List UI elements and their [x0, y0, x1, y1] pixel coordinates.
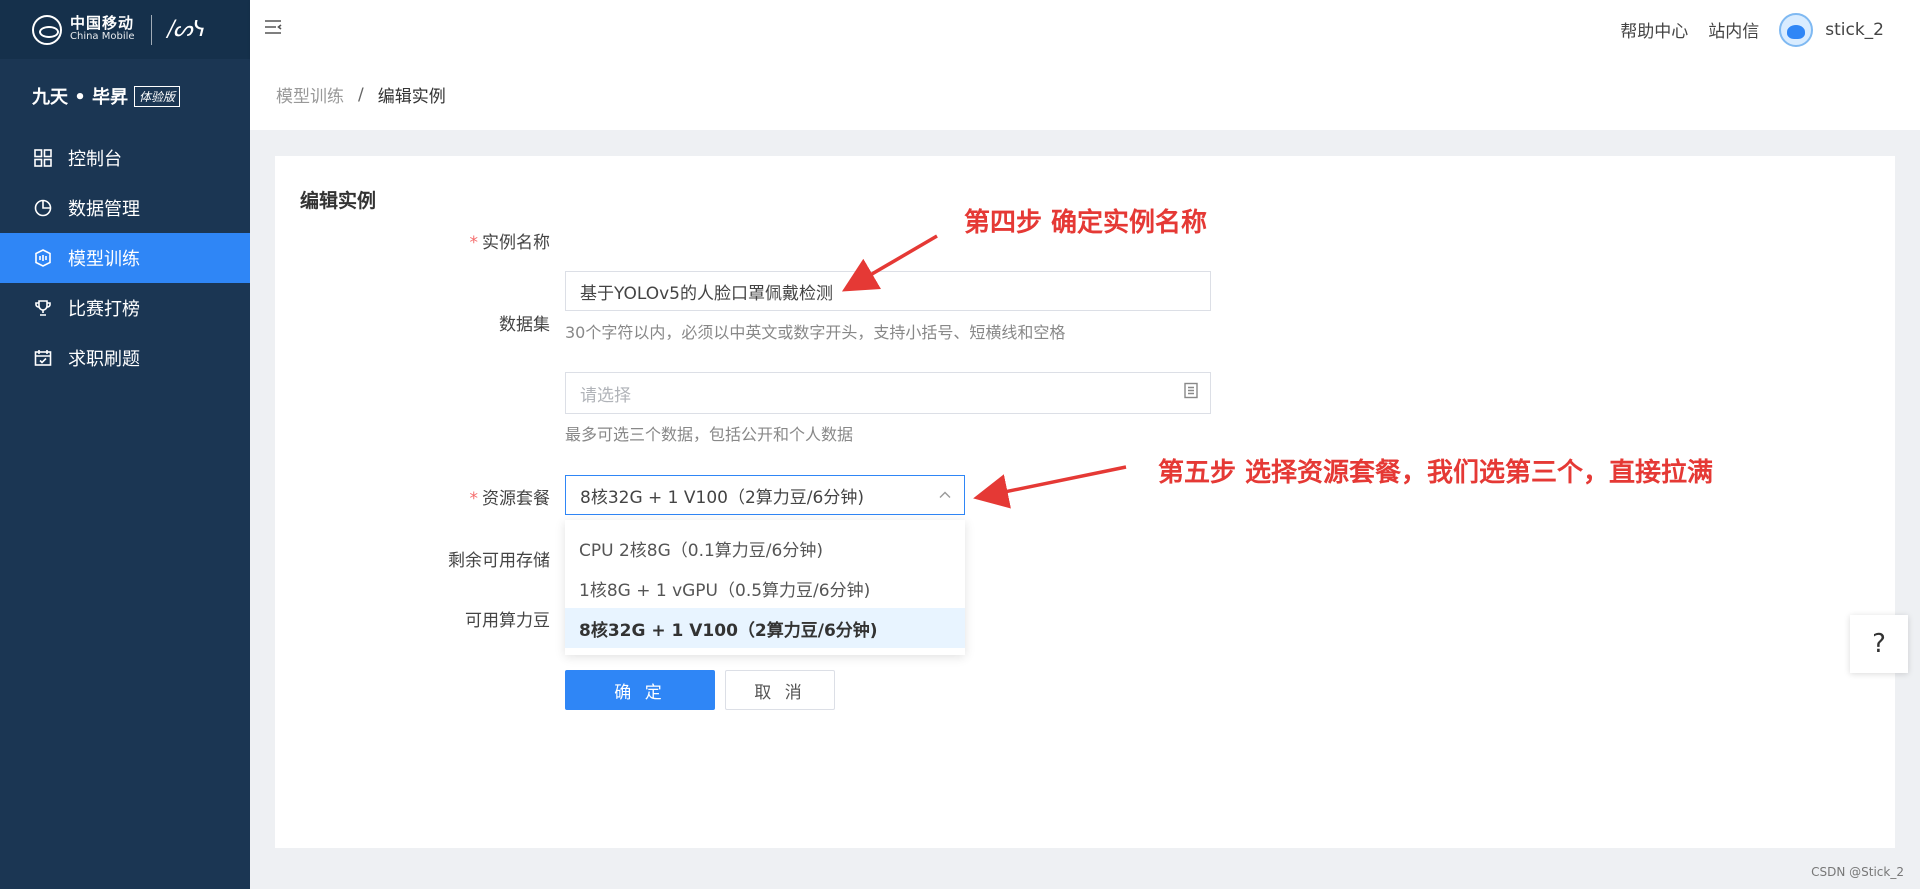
breadcrumb-current: 编辑实例 [377, 87, 446, 107]
top-bar: 帮助中心 站内信 stick_2 [250, 0, 1920, 59]
product-badge: 体验版 [134, 85, 181, 107]
sidebar-item-dashboard[interactable]: 控制台 [0, 133, 250, 183]
sidebar-item-model-training[interactable]: 模型训练 [0, 233, 250, 283]
sidebar-item-label: 模型训练 [68, 249, 140, 270]
breadcrumb-parent-link[interactable]: 模型训练 [276, 82, 344, 107]
help-center-link[interactable]: 帮助中心 [1620, 17, 1688, 42]
trophy-icon [34, 299, 52, 317]
instance-name-hint: 30个字符以内，必须以中英文或数字开头，支持小括号、短横线和空格 [565, 323, 1066, 342]
breadcrumb: 模型训练 / 编辑实例 [250, 59, 1920, 130]
model-shield-icon [34, 249, 52, 267]
step4-annotation: 第四步 确定实例名称 [964, 208, 1208, 238]
page-title: 编辑实例 [300, 190, 377, 212]
logo-bar: 中国移动 China Mobile /ᔕᓭ [0, 0, 250, 59]
sidebar-item-data-management[interactable]: 数据管理 [0, 183, 250, 233]
confirm-button[interactable]: 确 定 [565, 670, 715, 710]
sidebar-item-label: 比赛打榜 [68, 299, 140, 320]
avatar[interactable] [1779, 12, 1814, 47]
sidebar-item-competition[interactable]: 比赛打榜 [0, 283, 250, 333]
sidebar: 中国移动 China Mobile /ᔕᓭ 九天 • 毕昇 体验版 控制台 数据… [0, 0, 250, 889]
required-mark: * [469, 489, 479, 509]
instance-name-input[interactable]: 基于YOLOv5的人脸口罩佩戴检测 [565, 271, 1211, 311]
step5-annotation: 第五步 选择资源套餐，我们选第三个，直接拉满 [1158, 458, 1714, 488]
dataset-hint: 最多可选三个数据，包括公开和个人数据 [565, 425, 854, 444]
edit-instance-card: 编辑实例 * 实例名称 基于YOLOv5的人脸口罩佩戴检测 30个字符以内，必须以… [275, 156, 1895, 848]
logo-en: China Mobile [70, 31, 135, 43]
watermark: CSDN @Stick_2 [1811, 865, 1904, 879]
sidebar-item-label: 控制台 [68, 149, 122, 170]
dataset-select[interactable]: 请选择 [565, 372, 1211, 414]
resource-option[interactable]: 1核8G + 1 vGPU（0.5算力豆/6分钟) [565, 568, 965, 608]
document-list-icon [1184, 382, 1198, 404]
cancel-button[interactable]: 取 消 [725, 670, 835, 710]
resource-option-selected[interactable]: 8核32G + 1 V100（2算力豆/6分钟) [565, 608, 965, 648]
sidebar-item-job-practice[interactable]: 求职刷题 [0, 333, 250, 383]
resource-select[interactable]: 8核32G + 1 V100（2算力豆/6分钟) [565, 475, 965, 515]
sidebar-item-label: 数据管理 [68, 199, 140, 220]
product-name: 九天 • 毕昇 体验版 [0, 59, 250, 133]
resource-selected-value: 8核32G + 1 V100（2算力豆/6分钟) [580, 487, 864, 508]
china-mobile-logo-icon [32, 14, 62, 45]
product-title: 九天 • 毕昇 [32, 87, 129, 108]
dataset-label: 数据集 [499, 315, 550, 335]
instance-name-value: 基于YOLOv5的人脸口罩佩戴检测 [580, 283, 833, 304]
instance-name-label: * 实例名称 [469, 233, 551, 253]
dataset-placeholder: 请选择 [580, 385, 631, 406]
breadcrumb-separator: / [358, 84, 364, 105]
beans-label: 可用算力豆 [465, 611, 550, 631]
logo-cn: 中国移动 [70, 14, 135, 33]
messages-link[interactable]: 站内信 [1708, 17, 1759, 42]
resource-option[interactable]: CPU 2核8G（0.1算力豆/6分钟) [565, 528, 965, 568]
brand-signature-logo: /ᔕᓭ [167, 17, 204, 42]
resource-label: * 资源套餐 [469, 489, 551, 509]
required-mark: * [469, 233, 479, 253]
dashboard-grid-icon [34, 149, 52, 167]
top-links: 帮助中心 站内信 stick_2 [1600, 0, 1884, 59]
sidebar-item-label: 求职刷题 [68, 349, 140, 370]
chevron-up-icon [938, 485, 952, 505]
username[interactable]: stick_2 [1825, 20, 1884, 40]
help-question-button[interactable]: ? [1850, 615, 1908, 673]
menu-collapse-icon[interactable] [262, 16, 284, 38]
pie-chart-icon [34, 199, 52, 217]
storage-label: 剩余可用存储 [448, 551, 550, 571]
logo-text: 中国移动 China Mobile [70, 16, 135, 42]
resource-dropdown: CPU 2核8G（0.1算力豆/6分钟) 1核8G + 1 vGPU（0.5算力… [565, 520, 965, 655]
logo-divider [150, 14, 152, 45]
calendar-check-icon [34, 349, 52, 367]
